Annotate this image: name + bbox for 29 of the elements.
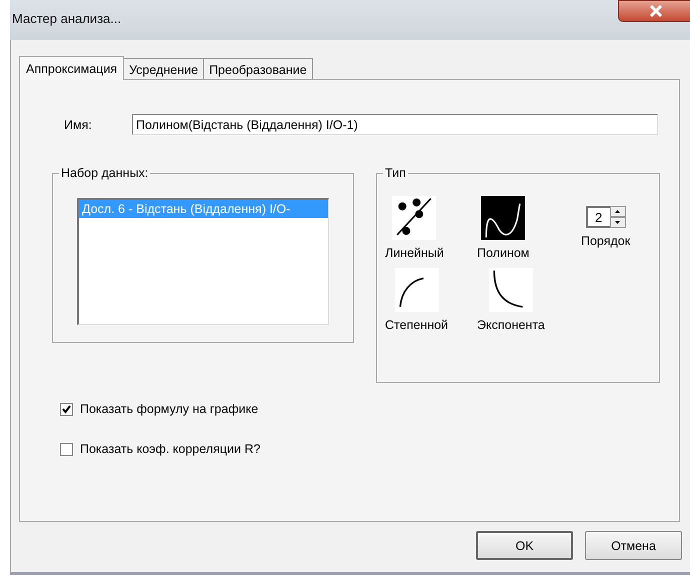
field-label: Порядок: [581, 234, 630, 248]
tab[interactable]: Усреднение: [123, 58, 204, 80]
checkbox-label: Показать коэф. корреляции R?: [80, 442, 260, 456]
name-field[interactable]: Полином(Відстань (Віддалення) I/O-1): [132, 114, 658, 135]
close-button[interactable]: [618, 0, 690, 22]
option-label: Линейный: [385, 246, 444, 260]
option-label: Экспонента: [477, 318, 545, 332]
rising-curve-icon[interactable]: [394, 268, 439, 312]
up-arrow-icon: [615, 210, 620, 213]
close-icon: [649, 5, 663, 17]
field-label: Имя:: [64, 118, 93, 132]
window-title: Мастер анализа...: [12, 10, 122, 26]
spin-down-button[interactable]: [610, 217, 626, 228]
option-label: Полином: [477, 246, 530, 260]
decay-curve-icon[interactable]: [488, 268, 533, 312]
checkbox-label: Показать формулу на графике: [80, 402, 258, 416]
tab[interactable]: Аппроксимация: [19, 56, 124, 80]
order-field[interactable]: 2: [586, 206, 610, 228]
group-title: Набор данных:: [59, 166, 150, 180]
checkbox[interactable]: [60, 442, 73, 456]
polynomial-curve-icon[interactable]: [481, 196, 526, 240]
down-arrow-icon: [615, 221, 620, 224]
dialog-button[interactable]: OK: [476, 531, 573, 560]
checkbox[interactable]: [60, 402, 73, 416]
option-label: Степенной: [385, 318, 448, 332]
spin-up-button[interactable]: [610, 206, 626, 217]
tab[interactable]: Преобразование: [203, 58, 313, 80]
group-title: Тип: [383, 166, 408, 180]
dialog-button[interactable]: Отмена: [585, 531, 682, 560]
